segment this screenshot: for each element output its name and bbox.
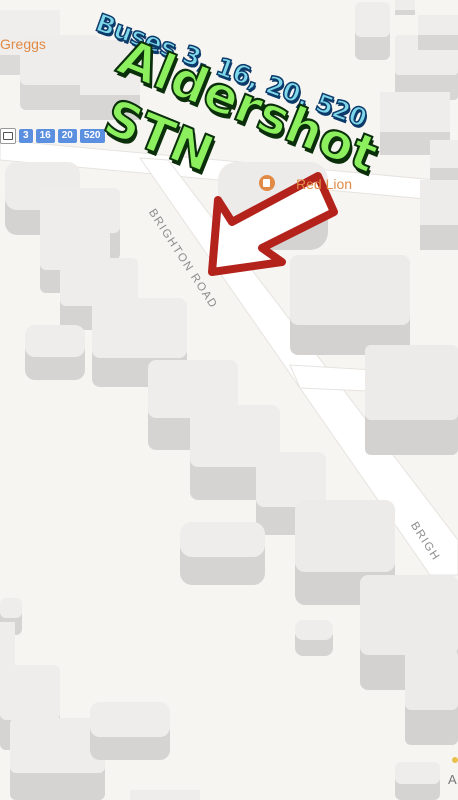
building — [25, 325, 85, 380]
poi-greggs[interactable]: Greggs — [0, 36, 46, 52]
bus-route-badge: 20 — [57, 129, 77, 143]
poi-red-lion[interactable]: Red Lion — [296, 176, 352, 192]
partial-poi-icon — [452, 757, 458, 763]
bus-route-badge: 16 — [35, 129, 55, 143]
building — [395, 0, 415, 15]
bus-route-badge: 3 — [19, 129, 33, 143]
building — [420, 180, 458, 250]
bus-stop-routes[interactable]: 3 16 20 520 — [0, 128, 105, 144]
building — [180, 522, 265, 585]
partial-label: A — [448, 772, 457, 787]
building — [290, 255, 410, 355]
building — [295, 620, 333, 656]
bus-icon — [0, 128, 16, 144]
building — [418, 15, 458, 50]
building — [90, 702, 170, 760]
building — [405, 650, 458, 745]
building — [355, 2, 390, 60]
building — [395, 762, 440, 800]
building — [130, 790, 200, 800]
map-view[interactable]: Greggs Red Lion BRIGHTON ROAD BRIGH A 3 … — [0, 0, 458, 800]
building — [365, 345, 458, 455]
pub-icon — [259, 175, 275, 191]
